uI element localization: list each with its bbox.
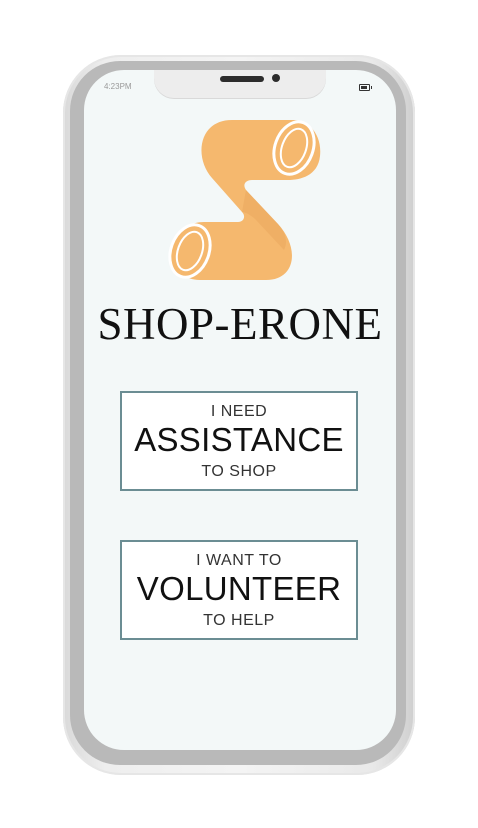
volunteer-line-3: TO HELP: [203, 612, 275, 629]
speaker-grille: [220, 76, 264, 82]
assistance-line-2: ASSISTANCE: [134, 421, 344, 458]
phone-notch: [154, 70, 326, 98]
scroll-s-logo-icon: [168, 120, 321, 280]
volunteer-line-2: VOLUNTEER: [136, 570, 342, 607]
app-screen: 4:23PM SHOP-ERONE I NEED ASSISTANCE TO S…: [84, 70, 396, 750]
volunteer-button[interactable]: I WANT TO VOLUNTEER TO HELP: [120, 540, 358, 640]
battery-icon: [359, 84, 372, 91]
brand-name: SHOP-ERONE: [97, 299, 383, 349]
camera-icon: [272, 74, 280, 82]
assistance-line-1: I NEED: [210, 403, 268, 420]
status-time: 4:23PM: [104, 82, 132, 91]
assistance-line-3: TO SHOP: [201, 463, 277, 480]
need-assistance-button[interactable]: I NEED ASSISTANCE TO SHOP: [120, 391, 358, 491]
volunteer-line-1: I WANT TO: [196, 552, 282, 569]
